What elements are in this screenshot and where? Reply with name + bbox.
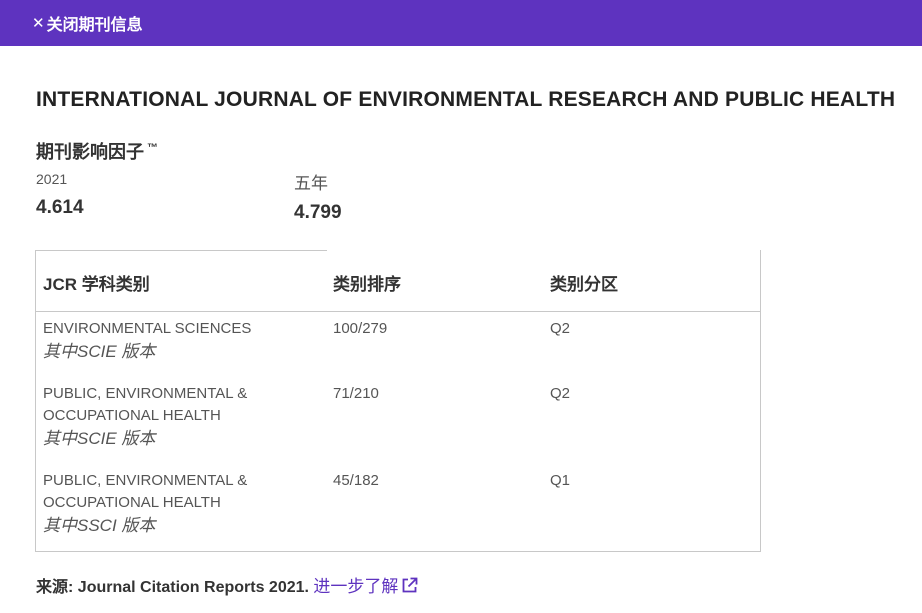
header-rank: 类别排序 xyxy=(333,275,401,294)
table-top-divider xyxy=(36,250,327,251)
edition-label: 其中SSCI 版本 xyxy=(43,516,156,535)
impact-factor-heading-text: 期刊影响因子 xyxy=(36,142,144,162)
edition-label: 其中SCIE 版本 xyxy=(43,429,156,448)
impact-factor-2021: 2021 4.614 xyxy=(36,171,84,219)
category-name-line-2: OCCUPATIONAL HEALTH xyxy=(43,407,221,424)
learn-more-link[interactable]: 进一步了解 xyxy=(313,577,418,596)
journal-title: INTERNATIONAL JOURNAL OF ENVIRONMENTAL R… xyxy=(36,88,896,111)
rank-cell: 45/182 xyxy=(333,472,379,489)
jcr-category-table: JCR 学科类别 类别排序 类别分区 ENVIRONMENTAL SCIENCE… xyxy=(35,250,761,552)
rank-cell: 100/279 xyxy=(333,320,388,337)
close-label: 关闭期刊信息 xyxy=(46,17,143,34)
impact-factor-heading: 期刊影响因子 ™ xyxy=(36,138,158,164)
source-label: 来源: xyxy=(36,579,74,596)
trademark-symbol: ™ xyxy=(147,142,158,154)
category-cell: ENVIRONMENTAL SCIENCES 其中SCIE 版本 xyxy=(43,318,283,364)
category-name: ENVIRONMENTAL SCIENCES xyxy=(43,320,252,337)
close-journal-info-button[interactable]: ✕ 关闭期刊信息 xyxy=(32,12,143,35)
source-line: 来源: Journal Citation Reports 2021. 进一步了解 xyxy=(36,572,418,599)
edition-label: 其中SCIE 版本 xyxy=(43,342,156,361)
close-icon: ✕ xyxy=(32,14,45,32)
impact-factor-five-year: 五年 4.799 xyxy=(294,169,342,224)
category-name-line-1: PUBLIC, ENVIRONMENTAL & xyxy=(43,472,248,489)
metric-label: 五年 xyxy=(294,174,328,193)
metric-value: 4.614 xyxy=(36,197,84,218)
learn-more-label: 进一步了解 xyxy=(313,577,399,596)
metric-value: 4.799 xyxy=(294,202,342,223)
category-name-line-1: PUBLIC, ENVIRONMENTAL & xyxy=(43,385,248,402)
rank-cell: 71/210 xyxy=(333,385,379,402)
top-bar: ✕ 关闭期刊信息 xyxy=(0,0,922,46)
source-text: Journal Citation Reports 2021. xyxy=(77,579,309,596)
quartile-cell: Q2 xyxy=(550,385,571,402)
category-name-line-2: OCCUPATIONAL HEALTH xyxy=(43,494,221,511)
header-divider xyxy=(36,311,760,312)
quartile-cell: Q2 xyxy=(550,320,571,337)
metric-label: 2021 xyxy=(36,171,68,187)
external-link-icon xyxy=(401,577,418,599)
header-category: JCR 学科类别 xyxy=(43,275,150,294)
category-cell: PUBLIC, ENVIRONMENTAL & OCCUPATIONAL HEA… xyxy=(43,383,283,451)
header-quartile: 类别分区 xyxy=(550,275,618,294)
quartile-cell: Q1 xyxy=(550,472,571,489)
category-cell: PUBLIC, ENVIRONMENTAL & OCCUPATIONAL HEA… xyxy=(43,470,283,538)
